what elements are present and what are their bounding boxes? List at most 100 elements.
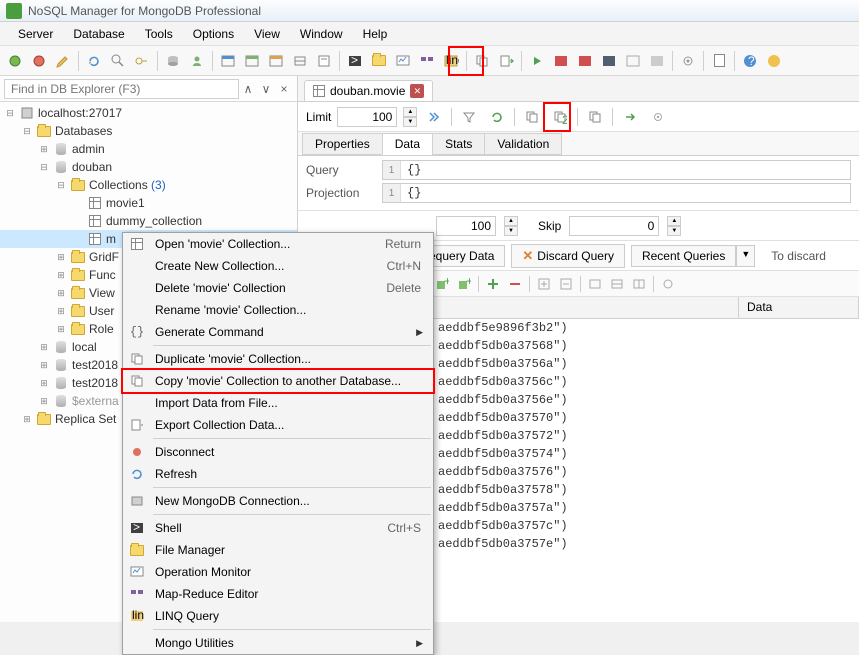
find-up-icon[interactable]: ∧ [239,80,257,98]
recent-queries-button[interactable]: Recent Queries [631,245,736,267]
menu-view[interactable]: View [244,25,290,43]
menu-options[interactable]: Options [183,25,244,43]
tb-play-icon[interactable] [526,50,548,72]
tb-help-icon[interactable]: ? [739,50,761,72]
expand-icon[interactable]: ⊞ [55,251,67,263]
tb-shell-icon[interactable]: > [344,50,366,72]
tb-script-icon[interactable] [313,50,335,72]
menu-item[interactable]: Operation Monitor [123,561,433,583]
menu-item[interactable]: >ShellCtrl+S [123,517,433,539]
tab-stats[interactable]: Stats [432,133,485,155]
tb-linq-icon[interactable]: linq [440,50,462,72]
find-close-icon[interactable]: × [275,80,293,98]
menu-item[interactable]: linqLINQ Query [123,605,433,627]
limit-input[interactable] [337,107,397,127]
tb-autosize-icon[interactable] [289,50,311,72]
expand-icon[interactable]: ⊞ [55,323,67,335]
expand-icon[interactable]: ⊟ [21,125,33,137]
expand-icon[interactable]: ⊟ [38,161,50,173]
tree-node-admin[interactable]: ⊞admin [0,140,297,158]
menu-item[interactable]: Duplicate 'movie' Collection... [123,348,433,370]
tab-data[interactable]: Data [382,133,433,155]
tb-red2-icon[interactable] [574,50,596,72]
find-down-icon[interactable]: ∨ [257,80,275,98]
menu-window[interactable]: Window [290,25,353,43]
expand-icon[interactable]: ⊞ [55,287,67,299]
export-right-icon[interactable] [619,106,641,128]
tb-export-icon[interactable] [495,50,517,72]
tb-disconnect-icon[interactable] [28,50,50,72]
tree-node-movie1[interactable]: movie1 [0,194,297,212]
menu-item[interactable]: Refresh [123,463,433,485]
tree-node-collections[interactable]: ⊟Collections (3) [0,176,297,194]
expand-icon[interactable]: ⊞ [55,269,67,281]
expand-icon[interactable]: ⊟ [55,179,67,191]
tb-gray1-icon[interactable] [622,50,644,72]
tb-gray2-icon[interactable] [646,50,668,72]
tb-key-icon[interactable] [131,50,153,72]
refresh-icon[interactable] [486,106,508,128]
menu-item[interactable]: Mongo Utilities▶ [123,632,433,654]
view3-icon[interactable] [629,274,649,294]
expand-icon[interactable]: ⊟ [4,107,16,119]
expand-icon[interactable]: ⊞ [55,305,67,317]
copy1-icon[interactable] [521,106,543,128]
page-count-input[interactable] [436,216,496,236]
tb-copy-icon[interactable] [471,50,493,72]
menu-item[interactable]: {}Generate Command▶ [123,321,433,343]
tb-filemgr-icon[interactable] [368,50,390,72]
tb-mapreduce-icon[interactable] [416,50,438,72]
menu-item[interactable]: Import Data from File... [123,392,433,414]
close-tab-icon[interactable]: ✕ [410,84,424,98]
menu-server[interactable]: Server [8,25,63,43]
tb-dark-icon[interactable] [598,50,620,72]
insert-icon[interactable] [483,274,503,294]
tab-properties[interactable]: Properties [302,133,383,155]
expand-icon[interactable]: ⊞ [38,341,50,353]
find-input[interactable] [4,79,239,99]
tb-connect-icon[interactable] [4,50,26,72]
dropdown-icon[interactable]: ▼ [736,245,755,267]
expand-icon[interactable]: ⊞ [38,395,50,407]
menu-database[interactable]: Database [63,25,134,43]
add2-icon[interactable]: + [454,274,474,294]
expand-icon[interactable]: ⊞ [21,413,33,425]
expand-icon[interactable]: ⊞ [38,377,50,389]
tb-window2-icon[interactable] [241,50,263,72]
menu-item[interactable]: Delete 'movie' CollectionDelete [123,277,433,299]
copy3-icon[interactable] [584,106,606,128]
menu-item[interactable]: File Manager [123,539,433,561]
collapse-all-icon[interactable] [556,274,576,294]
add-icon[interactable]: + [432,274,452,294]
settings-icon[interactable] [658,274,678,294]
tab-validation[interactable]: Validation [484,133,562,155]
count-spinner[interactable]: ▲▼ [504,216,518,236]
menu-item[interactable]: New MongoDB Connection... [123,490,433,512]
view1-icon[interactable] [585,274,605,294]
menu-item[interactable]: Open 'movie' Collection...Return [123,233,433,255]
tree-node-databases[interactable]: ⊟Databases [0,122,297,140]
limit-spinner[interactable]: ▲▼ [403,107,417,127]
menu-item[interactable]: Copy 'movie' Collection to another Datab… [123,370,433,392]
discard-query-button[interactable]: ✕Discard Query [511,244,625,268]
skip-input[interactable] [569,216,659,236]
expand-icon[interactable]: ⊞ [38,359,50,371]
menu-item[interactable]: Export Collection Data... [123,414,433,436]
expand-icon[interactable]: ⊞ [38,143,50,155]
query-input[interactable]: 1 {} [382,160,851,180]
run-icon[interactable] [423,106,445,128]
tb-newdb-icon[interactable] [162,50,184,72]
tb-edit-icon[interactable] [52,50,74,72]
gear-icon[interactable] [647,106,669,128]
tree-node-dummy[interactable]: dummy_collection [0,212,297,230]
tb-users-icon[interactable] [186,50,208,72]
menu-item[interactable]: Map-Reduce Editor [123,583,433,605]
tree-node-server[interactable]: ⊟localhost:27017 [0,104,297,122]
menu-help[interactable]: Help [353,25,398,43]
menu-item[interactable]: Create New Collection...Ctrl+N [123,255,433,277]
tb-search-icon[interactable] [107,50,129,72]
grid-col-data[interactable]: Data [739,297,859,318]
menu-tools[interactable]: Tools [135,25,183,43]
tb-gear-icon[interactable] [677,50,699,72]
tb-page-icon[interactable] [708,50,730,72]
